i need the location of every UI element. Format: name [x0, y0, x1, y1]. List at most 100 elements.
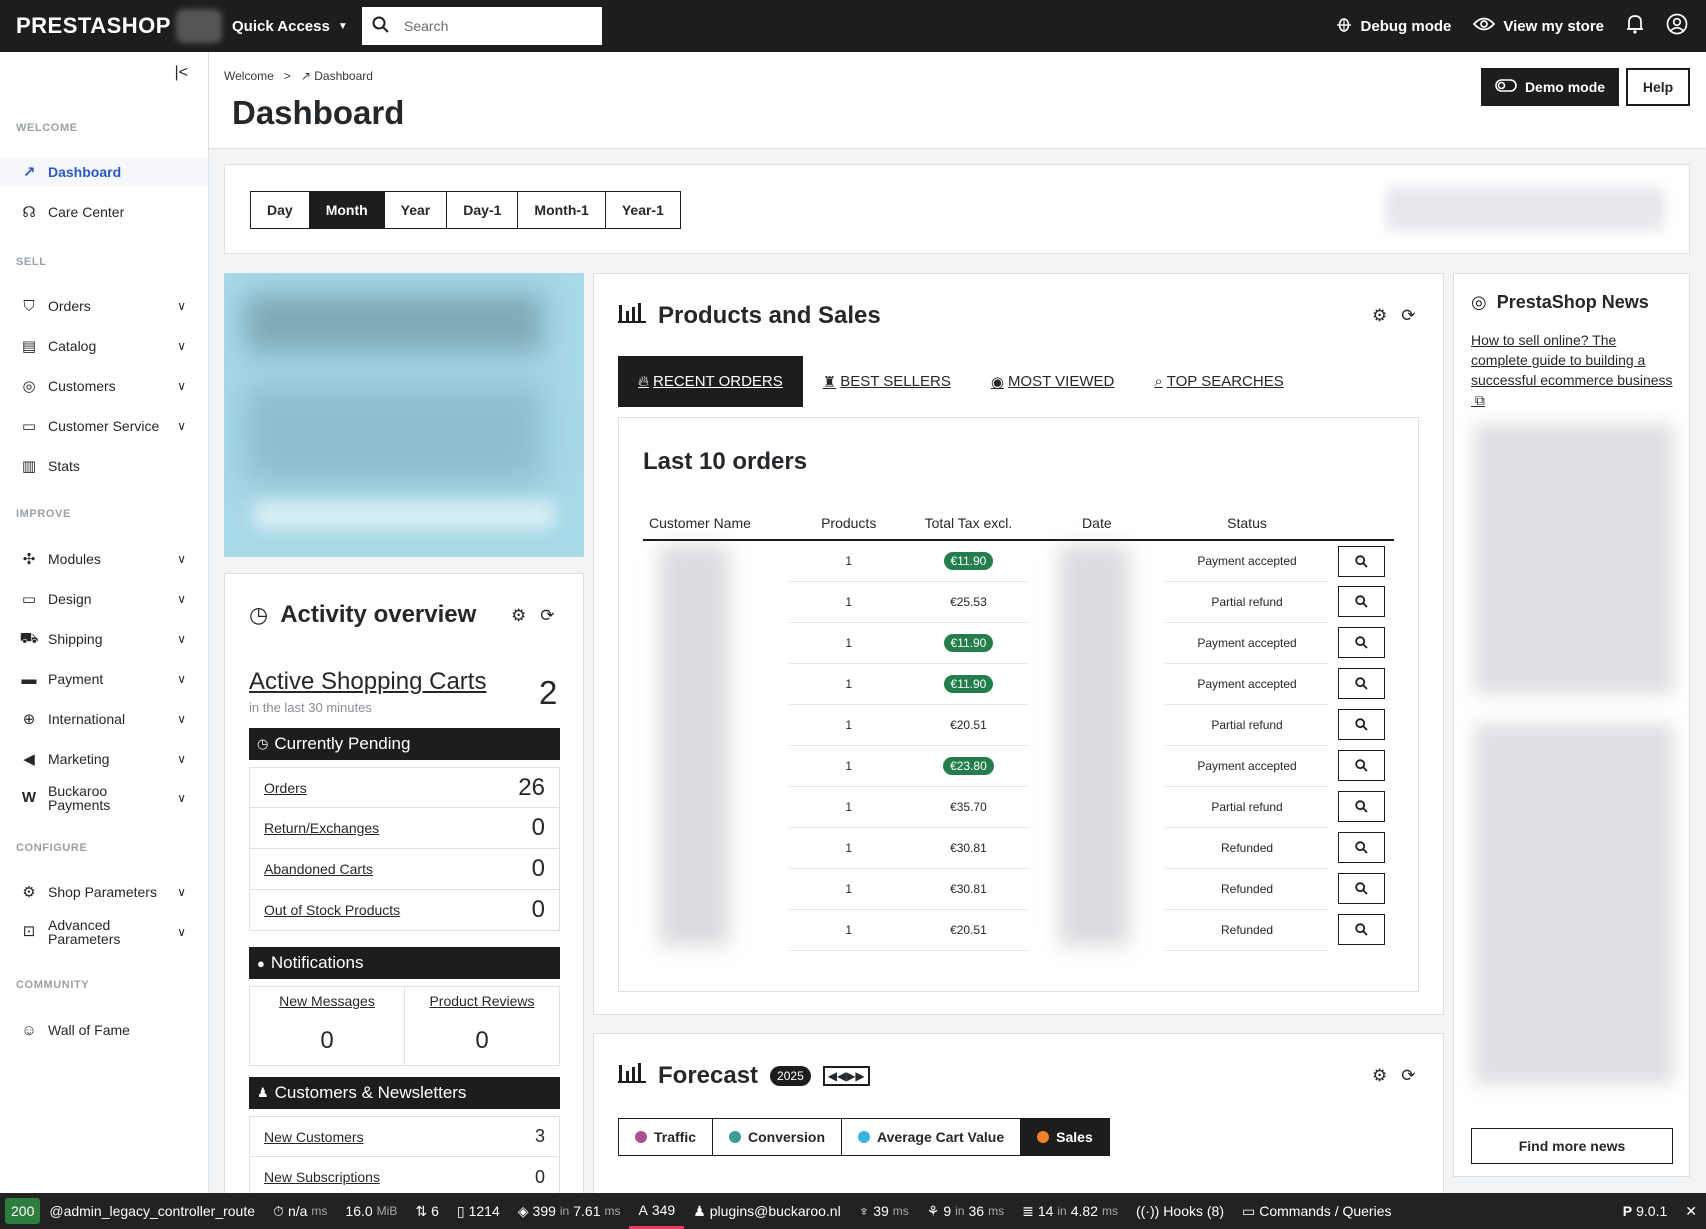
gear-icon[interactable]: ⚙: [511, 606, 526, 626]
sidebar-item-stats[interactable]: ▥ Stats: [0, 452, 208, 480]
view-order-button[interactable]: [1337, 586, 1385, 617]
tab-sales[interactable]: Sales: [1021, 1119, 1109, 1155]
help-button[interactable]: Help: [1626, 68, 1690, 106]
period-day-1-button[interactable]: Day-1: [447, 192, 519, 228]
date-range-picker[interactable]: [1385, 187, 1665, 231]
tab-average-cart-value[interactable]: Average Cart Value: [842, 1119, 1022, 1155]
period-year-1-button[interactable]: Year-1: [606, 192, 680, 228]
active-carts-link[interactable]: Active Shopping Carts: [249, 668, 486, 696]
product-reviews-link[interactable]: Product Reviews: [405, 993, 559, 1009]
notifications-button[interactable]: [1626, 14, 1644, 38]
find-more-news-button[interactable]: Find more news: [1471, 1128, 1673, 1164]
new-subscriptions-link[interactable]: New Subscriptions: [264, 1169, 380, 1185]
refresh-icon[interactable]: ⟳: [540, 606, 554, 626]
view-order-button[interactable]: [1337, 627, 1385, 658]
new-customers-link[interactable]: New Customers: [264, 1129, 364, 1145]
breadcrumb-dashboard[interactable]: Dashboard: [314, 69, 373, 83]
product-reviews-value: 0: [475, 1027, 489, 1054]
quick-access-dropdown[interactable]: Quick Access ▼: [232, 18, 362, 35]
period-month-button[interactable]: Month: [309, 192, 385, 228]
demo-mode-button[interactable]: Demo mode: [1481, 68, 1619, 106]
total-cell-value: €25.53: [950, 594, 987, 609]
route-item[interactable]: @admin_legacy_controller_route: [40, 1193, 264, 1229]
sidebar-item-shop-parameters[interactable]: ⚙ Shop Parameters ∨: [0, 878, 208, 906]
collapse-sidebar-icon[interactable]: |<: [175, 64, 189, 82]
refresh-icon[interactable]: ⟳: [1401, 1066, 1415, 1086]
search-input[interactable]: Search: [404, 18, 448, 34]
timing-item[interactable]: ⏱ n/a ms: [264, 1193, 336, 1229]
products-cell-value: 1: [845, 922, 853, 937]
sidebar-item-catalog[interactable]: ▤ Catalog ∨: [0, 332, 208, 360]
new-messages-link[interactable]: New Messages: [250, 993, 404, 1009]
sidebar-item-advanced-parameters[interactable]: ⊡ Advanced Parameters ∨: [0, 915, 208, 949]
period-year-button[interactable]: Year: [385, 192, 448, 228]
refresh-icon[interactable]: ⟳: [1401, 306, 1415, 326]
tab-most-viewed[interactable]: ◉ MOST VIEWED: [971, 356, 1135, 407]
period-day-button[interactable]: Day: [251, 192, 310, 228]
memory-item[interactable]: 16.0 MiB: [336, 1193, 406, 1229]
tab-top-searches[interactable]: ⌕ TOP SEARCHES: [1134, 356, 1303, 407]
period-month-1-button[interactable]: Month-1: [518, 192, 606, 228]
events-item[interactable]: ⚘ 9 in 36 ms: [918, 1193, 1013, 1229]
debug-mode-button[interactable]: Debug mode: [1335, 15, 1451, 37]
sidebar-item-care-center[interactable]: ☊ Care Center: [0, 198, 208, 226]
last-orders-title: Last 10 orders: [643, 448, 808, 475]
sidebar-item-buckaroo-payments[interactable]: W Buckaroo Payments ∨: [0, 781, 208, 815]
sidebar-item-customer-service[interactable]: ▭ Customer Service ∨: [0, 412, 208, 440]
sidebar-item-dashboard[interactable]: ↗ Dashboard: [0, 158, 208, 186]
version-value: 9.0.1: [1636, 1203, 1668, 1219]
banner-blur-bottom: [254, 501, 554, 529]
logs-item[interactable]: ⇅ 6: [406, 1193, 448, 1229]
view-order-button[interactable]: [1337, 545, 1385, 577]
sidebar-item-international[interactable]: ⊕ International ∨: [0, 705, 208, 733]
hooks-item[interactable]: ((·)) Hooks (8): [1127, 1193, 1233, 1229]
pending-returns-link[interactable]: Return/Exchanges: [264, 820, 379, 836]
view-order-button[interactable]: [1337, 668, 1385, 699]
requests-item[interactable]: ▯ 1214: [448, 1193, 509, 1229]
sidebar-item-wall-of-fame[interactable]: ☺ Wall of Fame: [0, 1016, 208, 1044]
forms-item[interactable]: ♆ 39 ms: [850, 1193, 918, 1229]
sidebar-item-marketing[interactable]: ◀ Marketing ∨: [0, 745, 208, 773]
status-code-badge[interactable]: 200: [5, 1198, 41, 1224]
prestashop-logo[interactable]: PRESTASHOP: [16, 13, 176, 39]
breadcrumb-welcome[interactable]: Welcome: [224, 69, 274, 83]
commands-item[interactable]: ▭ Commands / Queries: [1233, 1193, 1401, 1229]
close-toolbar-icon[interactable]: ✕: [1676, 1193, 1706, 1229]
year-nav-arrows-icon[interactable]: ◀◀▶▶: [822, 1065, 870, 1086]
sidebar-item-shipping[interactable]: ⛟ Shipping ∨: [0, 625, 208, 653]
search-box[interactable]: Search: [362, 7, 602, 45]
out-of-stock-link[interactable]: Out of Stock Products: [264, 902, 400, 918]
account-button[interactable]: [1666, 13, 1688, 39]
translations-item[interactable]: A 349: [629, 1193, 685, 1229]
abandoned-carts-link[interactable]: Abandoned Carts: [264, 861, 373, 877]
gear-icon[interactable]: ⚙: [1372, 1066, 1387, 1086]
sidebar-item-label: Modules: [48, 551, 101, 567]
document-icon: ▯: [456, 1202, 465, 1219]
view-order-button[interactable]: [1337, 709, 1385, 740]
pending-orders-link[interactable]: Orders: [264, 780, 307, 796]
status-cell: Payment accepted: [1165, 663, 1329, 705]
version-item[interactable]: P 9.0.1: [1614, 1193, 1676, 1229]
tab-best-sellers[interactable]: ♜ BEST SELLERS: [803, 356, 971, 407]
cache-item[interactable]: ◈ 399 in 7.61 ms: [509, 1193, 630, 1229]
news-article-link[interactable]: How to sell online? The complete guide t…: [1471, 330, 1676, 410]
view-store-button[interactable]: View my store: [1473, 16, 1604, 36]
sidebar-item-modules[interactable]: ✣ Modules ∨: [0, 545, 208, 573]
sidebar-item-design[interactable]: ▭ Design ∨: [0, 585, 208, 613]
gear-icon[interactable]: ⚙: [1372, 306, 1387, 326]
twig-icon: ♆: [858, 1203, 870, 1219]
view-order-button[interactable]: [1337, 832, 1385, 863]
sidebar-item-customers[interactable]: ◎ Customers ∨: [0, 372, 208, 400]
tab-recent-orders[interactable]: 🔥︎ RECENT ORDERS: [618, 356, 803, 407]
sidebar-item-orders[interactable]: ⛉ Orders ∨: [0, 292, 208, 320]
tab-conversion[interactable]: Conversion: [713, 1119, 843, 1155]
sidebar-item-payment[interactable]: ▬ Payment ∨: [0, 665, 208, 693]
user-item[interactable]: ♟ plugins@buckaroo.nl: [684, 1193, 850, 1229]
view-order-button[interactable]: [1337, 791, 1385, 822]
promo-banner[interactable]: [224, 273, 584, 557]
view-order-button[interactable]: [1337, 873, 1385, 904]
database-item[interactable]: ≣ 14 in 4.82 ms: [1013, 1193, 1127, 1229]
tab-traffic[interactable]: Traffic: [619, 1119, 714, 1155]
view-order-button[interactable]: [1337, 750, 1385, 781]
view-order-button[interactable]: [1337, 914, 1385, 945]
